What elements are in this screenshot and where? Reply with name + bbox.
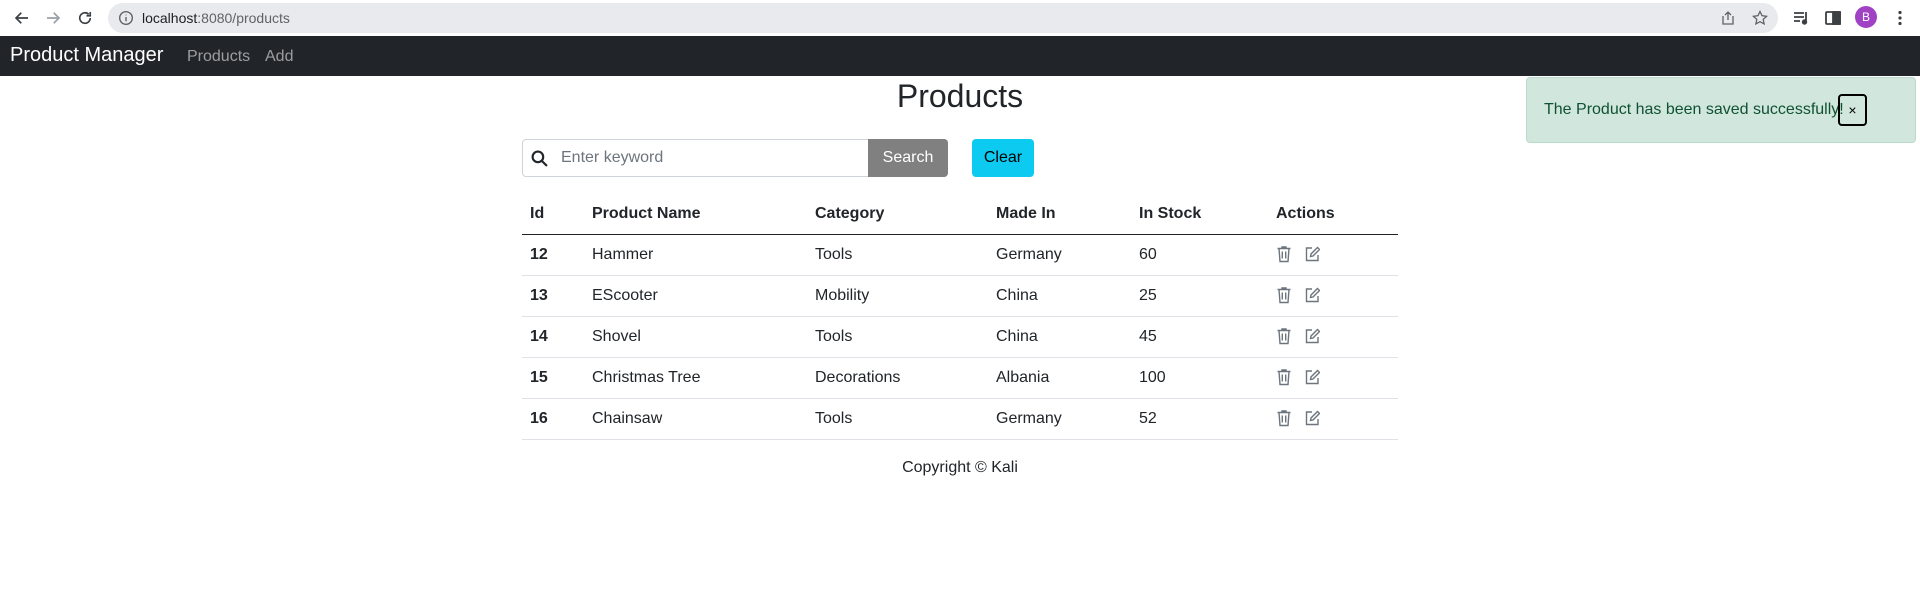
cell-category: Tools xyxy=(807,234,988,276)
browser-menu-icon[interactable] xyxy=(1891,9,1909,27)
clear-button[interactable]: Clear xyxy=(972,139,1034,177)
app-navbar: Product Manager Products Add xyxy=(0,36,1920,76)
reload-icon[interactable] xyxy=(71,4,99,32)
cell-in-stock: 25 xyxy=(1131,275,1268,317)
edit-pencil-icon[interactable] xyxy=(1304,286,1321,304)
table-row: 16 Chainsaw Tools Germany 52 xyxy=(522,398,1398,440)
page-footer: Copyright © Kali xyxy=(902,459,1018,476)
cell-product-name: Hammer xyxy=(584,234,807,276)
table-row: 12 Hammer Tools Germany 60 xyxy=(522,234,1398,276)
url-text: localhost:8080/products xyxy=(142,10,290,26)
header-id: Id xyxy=(522,194,584,235)
search-input[interactable] xyxy=(561,148,861,168)
cell-made-in: China xyxy=(988,275,1131,317)
header-product-name: Product Name xyxy=(584,194,807,235)
back-arrow-icon[interactable] xyxy=(8,4,36,32)
side-panel-icon[interactable] xyxy=(1824,9,1842,27)
cell-in-stock: 45 xyxy=(1131,316,1268,358)
delete-trash-icon[interactable] xyxy=(1276,409,1292,427)
table-row: 14 Shovel Tools China 45 xyxy=(522,316,1398,358)
profile-avatar[interactable]: B xyxy=(1855,6,1877,28)
table-row: 13 EScooter Mobility China 25 xyxy=(522,275,1398,317)
cell-actions xyxy=(1268,234,1398,276)
edit-pencil-icon[interactable] xyxy=(1304,327,1321,345)
alert-message: The Product has been saved successfully! xyxy=(1544,101,1844,118)
cell-id: 14 xyxy=(522,316,584,358)
delete-trash-icon[interactable] xyxy=(1276,286,1292,304)
cell-product-name: Christmas Tree xyxy=(584,357,807,399)
nav-link-add[interactable]: Add xyxy=(265,48,293,66)
bookmark-star-icon[interactable] xyxy=(1752,10,1768,26)
cell-in-stock: 52 xyxy=(1131,398,1268,440)
address-bar[interactable]: localhost:8080/products xyxy=(108,3,1778,33)
cell-id: 16 xyxy=(522,398,584,440)
cell-actions xyxy=(1268,357,1398,399)
cell-in-stock: 100 xyxy=(1131,357,1268,399)
table-header-row: Id Product Name Category Made In In Stoc… xyxy=(522,194,1398,235)
edit-pencil-icon[interactable] xyxy=(1304,245,1321,263)
table-row: 15 Christmas Tree Decorations Albania 10… xyxy=(522,357,1398,399)
cell-id: 12 xyxy=(522,234,584,276)
cell-made-in: Germany xyxy=(988,234,1131,276)
edit-pencil-icon[interactable] xyxy=(1304,368,1321,386)
cell-product-name: Shovel xyxy=(584,316,807,358)
header-made-in: Made In xyxy=(988,194,1131,235)
cell-made-in: China xyxy=(988,316,1131,358)
products-table: Id Product Name Category Made In In Stoc… xyxy=(522,194,1398,440)
success-alert: The Product has been saved successfully!… xyxy=(1526,77,1916,143)
cell-category: Tools xyxy=(807,316,988,358)
site-info-icon[interactable] xyxy=(118,10,134,26)
delete-trash-icon[interactable] xyxy=(1276,368,1292,386)
search-icon xyxy=(531,150,548,167)
alert-close-button[interactable]: × xyxy=(1838,94,1867,126)
forward-arrow-icon[interactable] xyxy=(39,4,67,32)
cell-product-name: Chainsaw xyxy=(584,398,807,440)
cell-made-in: Germany xyxy=(988,398,1131,440)
browser-toolbar: localhost:8080/products B xyxy=(0,0,1920,36)
cell-category: Tools xyxy=(807,398,988,440)
share-icon[interactable] xyxy=(1720,10,1736,26)
cell-category: Mobility xyxy=(807,275,988,317)
cell-actions xyxy=(1268,316,1398,358)
cell-product-name: EScooter xyxy=(584,275,807,317)
delete-trash-icon[interactable] xyxy=(1276,245,1292,263)
search-button[interactable]: Search xyxy=(868,139,948,177)
header-actions: Actions xyxy=(1268,194,1398,235)
cell-actions xyxy=(1268,275,1398,317)
media-playlist-icon[interactable] xyxy=(1792,9,1810,27)
cell-id: 13 xyxy=(522,275,584,317)
nav-link-products[interactable]: Products xyxy=(187,48,250,66)
header-category: Category xyxy=(807,194,988,235)
cell-id: 15 xyxy=(522,357,584,399)
cell-in-stock: 60 xyxy=(1131,234,1268,276)
edit-pencil-icon[interactable] xyxy=(1304,409,1321,427)
cell-category: Decorations xyxy=(807,357,988,399)
cell-actions xyxy=(1268,398,1398,440)
navbar-brand[interactable]: Product Manager xyxy=(10,44,163,67)
cell-made-in: Albania xyxy=(988,357,1131,399)
delete-trash-icon[interactable] xyxy=(1276,327,1292,345)
header-in-stock: In Stock xyxy=(1131,194,1268,235)
